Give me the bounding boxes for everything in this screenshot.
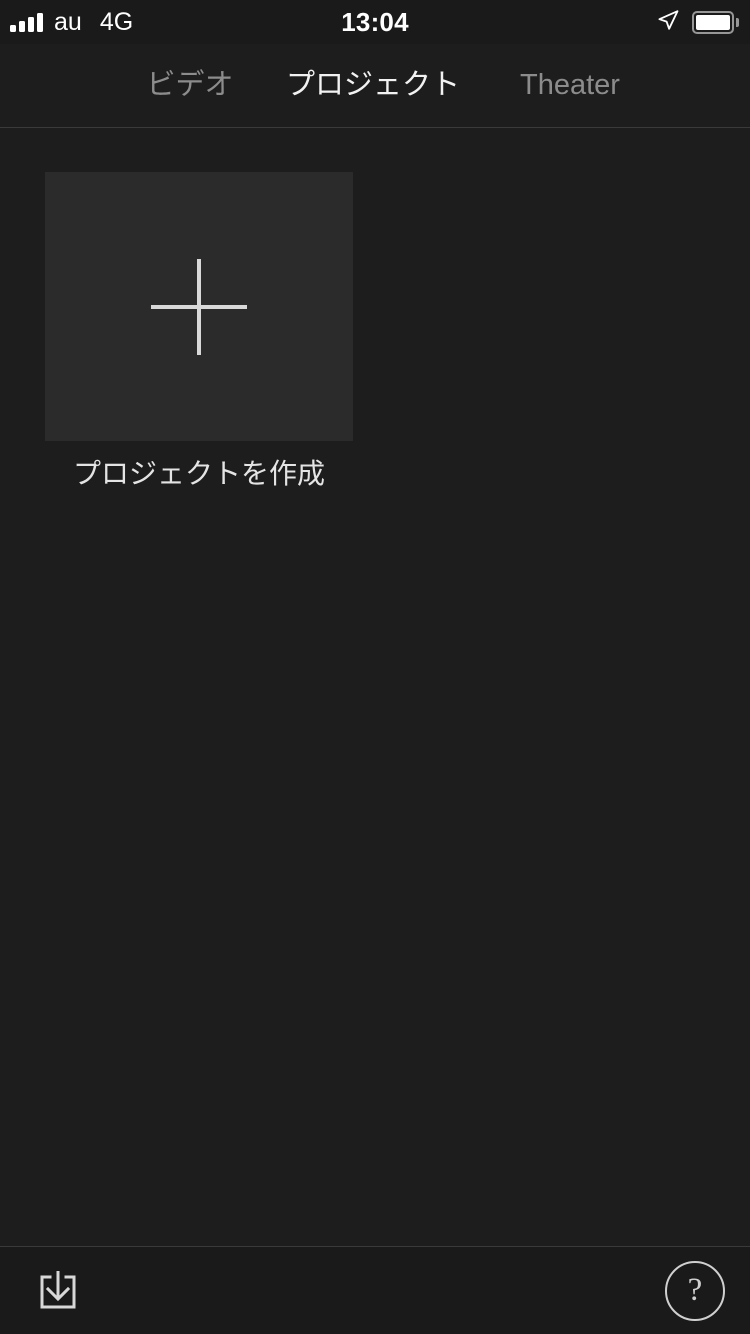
import-button[interactable] — [30, 1263, 86, 1319]
tab-project[interactable]: プロジェクト — [278, 44, 468, 127]
tab-bar: ビデオ プロジェクト Theater — [0, 44, 750, 127]
create-project-button[interactable]: プロジェクトを作成 — [45, 172, 353, 491]
battery-icon — [692, 10, 739, 34]
tab-theater[interactable]: Theater — [490, 44, 650, 127]
status-bar: au 4G 13:04 — [0, 0, 750, 44]
help-question-mark: ? — [687, 1272, 703, 1308]
status-bar-clock: 13:04 — [341, 7, 409, 37]
imovie-projects-screen: au 4G 13:04 ビデオ プロジェクト Theater プロジェクトを作成… — [0, 0, 750, 1334]
bottom-toolbar: ? — [0, 1247, 750, 1334]
help-button[interactable]: ? — [665, 1261, 725, 1321]
plus-icon-vertical — [197, 258, 201, 355]
projects-grid: プロジェクトを作成 — [0, 128, 750, 1246]
status-bar-right-group — [656, 0, 739, 44]
location-arrow-icon — [656, 8, 680, 37]
tab-video[interactable]: ビデオ — [110, 44, 270, 127]
create-project-label: プロジェクトを作成 — [72, 458, 325, 489]
import-icon — [40, 1271, 76, 1309]
create-project-tile[interactable] — [45, 172, 353, 441]
